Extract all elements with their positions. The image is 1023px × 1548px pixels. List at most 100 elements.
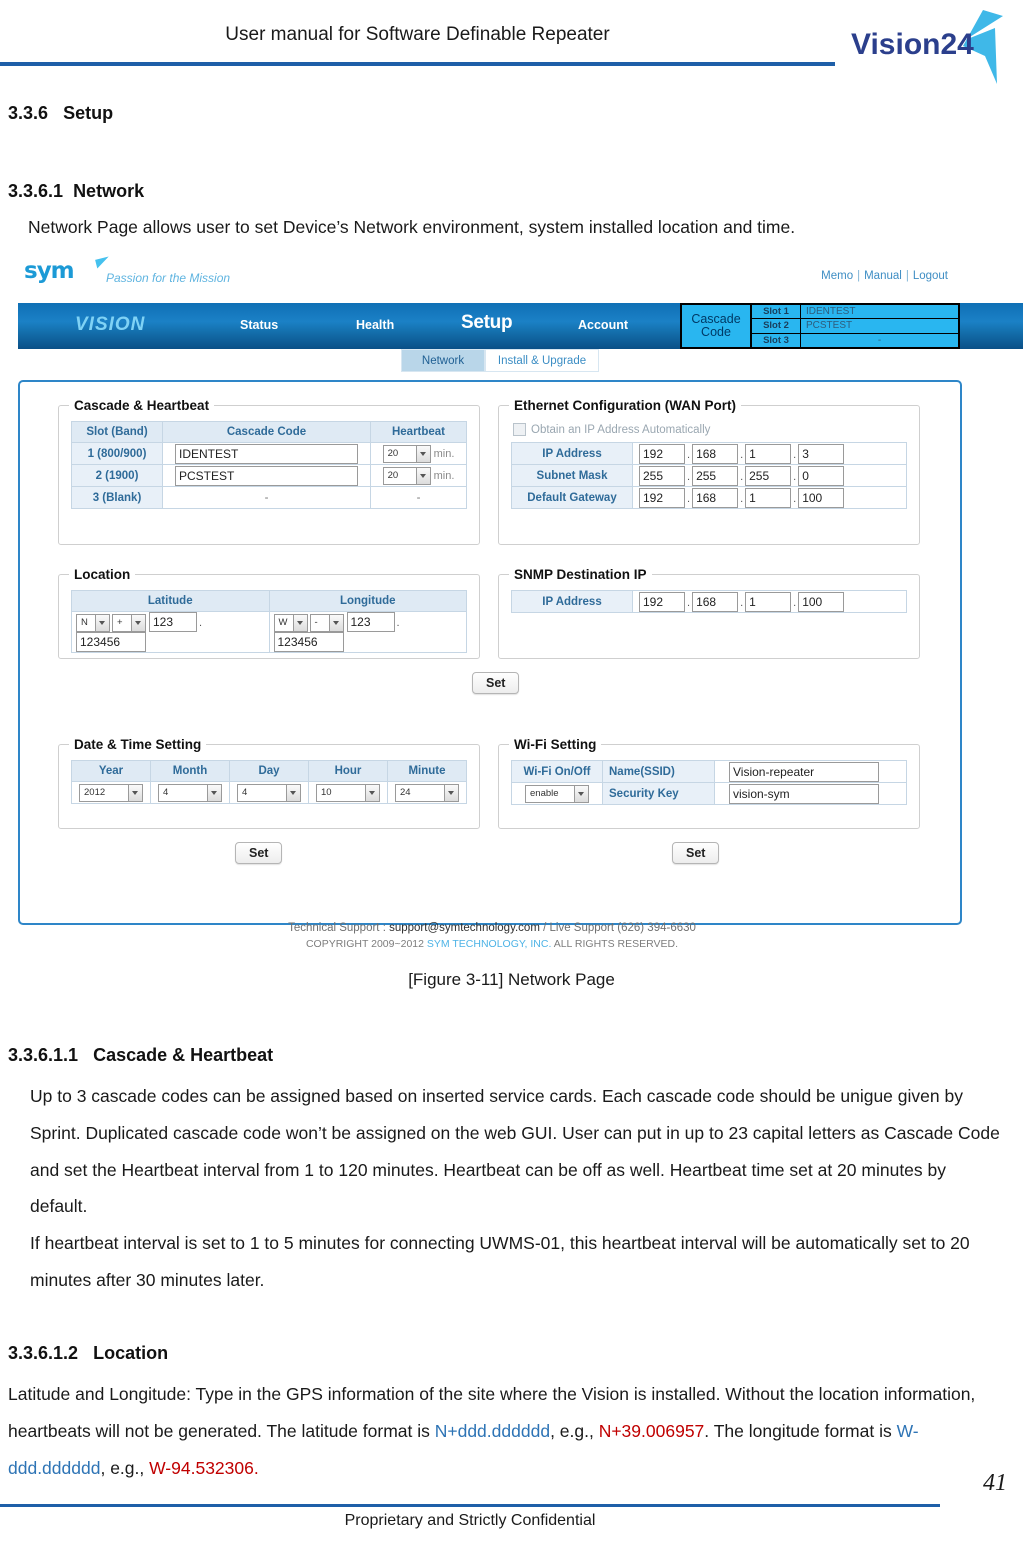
section-heading-3-3-6: 3.3.6 Setup	[8, 103, 113, 124]
octet-separator: .	[740, 596, 744, 609]
svg-text:Vision24: Vision24	[851, 28, 974, 61]
nav-item-setup[interactable]: Setup	[461, 312, 513, 334]
wifi-ssid-label: Name(SSID)	[602, 760, 715, 783]
set-button-datetime[interactable]: Set	[235, 842, 283, 864]
cascade-code-input-slot2[interactable]	[175, 465, 358, 486]
group-legend-snmp: SNMP Destination IP	[514, 567, 647, 582]
table-header-row: Slot (Band) Cascade Code Heartbeat	[71, 421, 467, 443]
longitude-hemisphere-select[interactable]: W	[273, 613, 308, 632]
tab-network[interactable]: Network	[401, 349, 485, 372]
heartbeat-select-slot1[interactable]: 20	[382, 444, 431, 463]
set-button-network[interactable]: Set	[472, 672, 520, 694]
ip-address-octet-1[interactable]	[639, 443, 685, 464]
day-select[interactable]: 4	[237, 783, 301, 802]
hour-select[interactable]: 10	[316, 783, 380, 802]
subnet-mask-octet-4[interactable]	[798, 465, 845, 486]
nav-item-account[interactable]: Account	[578, 318, 628, 332]
cascade-slot-label: Slot 2	[752, 319, 801, 333]
wifi-security-key-input[interactable]	[729, 783, 879, 804]
support-prefix: Technical Support :	[288, 922, 390, 934]
octet-separator: .	[687, 596, 691, 609]
main-navbar: VISION Status Health Setup Account Casca…	[18, 303, 1023, 349]
wifi-table: Wi-Fi On/Off Name(SSID) enable	[511, 760, 907, 805]
subnet-mask-octet-1[interactable]	[639, 465, 685, 486]
cascade-code-rows: Slot 1 IDENTEST Slot 2 PCSTEST Slot 3 -	[752, 305, 958, 347]
checkbox-icon[interactable]	[513, 423, 526, 436]
default-gateway-octet-3[interactable]	[745, 487, 792, 508]
memo-link[interactable]: Memo	[821, 270, 853, 282]
latitude-hemisphere-select[interactable]: N	[76, 613, 110, 632]
longitude-sign-value: -	[314, 617, 318, 629]
snmp-ip-octet-4[interactable]	[798, 591, 845, 612]
latitude-degrees-input[interactable]	[149, 612, 197, 632]
group-ethernet-configuration: Ethernet Configuration (WAN Port) Obtain…	[498, 398, 920, 545]
obtain-ip-automatically-row[interactable]: Obtain an IP Address Automatically	[513, 423, 907, 436]
row-label-snmp-ip: IP Address	[511, 590, 633, 613]
group-legend-location: Location	[74, 567, 131, 582]
longitude-degrees-input[interactable]	[346, 612, 395, 632]
row-label-slot2: 2 (1900)	[71, 464, 163, 487]
ip-address-octet-3[interactable]	[745, 443, 792, 464]
default-gateway-octet-2[interactable]	[692, 487, 739, 508]
cascade-code-input-slot1[interactable]	[175, 443, 358, 464]
sym-arrow-icon	[95, 256, 111, 269]
cascade-code-row: Slot 2 PCSTEST	[752, 319, 958, 334]
year-select[interactable]: 2012	[79, 783, 143, 802]
snmp-table: IP Address ...	[511, 590, 907, 613]
cell-hour: 10	[308, 781, 388, 804]
subnet-mask-octet-2[interactable]	[692, 465, 739, 486]
minute-select[interactable]: 24	[395, 783, 459, 802]
longitude-decimals-input[interactable]	[273, 632, 344, 652]
wifi-onoff-select[interactable]: enable	[525, 784, 589, 803]
chevron-down-icon	[415, 467, 430, 484]
cell-day: 4	[229, 781, 309, 804]
ip-address-octet-2[interactable]	[692, 443, 739, 464]
cascade-code-row: Slot 1 IDENTEST	[752, 305, 958, 320]
octet-separator: .	[793, 448, 797, 461]
latitude-format: N+ddd.dddddd	[434, 1420, 551, 1441]
latitude-sign-select[interactable]: +	[112, 613, 146, 632]
cell-cascade-code-2	[162, 464, 371, 487]
table-row: 3 (Blank) - -	[71, 486, 467, 509]
longitude-hemisphere-value: W	[278, 617, 288, 629]
datetime-table: Year Month Day Hour Minute 2012 4 4 10 2…	[71, 760, 467, 804]
month-select[interactable]: 4	[158, 783, 222, 802]
cascade-heartbeat-paragraph-1: Up to 3 cascade codes can be assigned ba…	[30, 1086, 1000, 1217]
ip-address-octet-4[interactable]	[798, 443, 845, 464]
chevron-down-icon	[128, 784, 142, 801]
wifi-ssid-input[interactable]	[729, 761, 879, 782]
copyright-prefix: COPYRIGHT 2009~2012	[305, 937, 427, 950]
row-label-ip-address: IP Address	[511, 442, 633, 465]
default-gateway-octet-4[interactable]	[798, 487, 845, 508]
row-label-slot3: 3 (Blank)	[71, 486, 163, 509]
tab-install-upgrade[interactable]: Install & Upgrade	[485, 349, 599, 372]
manual-link[interactable]: Manual	[864, 270, 902, 282]
cascade-slot-label: Slot 1	[752, 305, 801, 319]
set-button-wifi[interactable]: Set	[672, 842, 720, 864]
logout-link[interactable]: Logout	[913, 270, 948, 282]
cell-cascade-code-1	[162, 442, 371, 465]
snmp-ip-octet-3[interactable]	[745, 591, 792, 612]
cell-year: 2012	[71, 781, 151, 804]
nav-item-status[interactable]: Status	[240, 318, 278, 332]
cell-month: 4	[150, 781, 230, 804]
link-separator: |	[857, 270, 861, 282]
location-paragraph-part-3: . The longitude format is	[704, 1420, 897, 1441]
subnet-mask-octet-3[interactable]	[745, 465, 792, 486]
snmp-ip-octet-1[interactable]	[639, 591, 685, 612]
default-gateway-octet-1[interactable]	[639, 487, 685, 508]
snmp-ip-octet-2[interactable]	[692, 591, 739, 612]
nav-item-health[interactable]: Health	[356, 318, 394, 332]
copyright-suffix: ALL RIGHTS RESERVED.	[551, 937, 679, 950]
group-legend-wifi: Wi-Fi Setting	[514, 737, 597, 752]
support-line: Technical Support : support@symtechnolog…	[18, 921, 966, 937]
cell-heartbeat-2: 20 min.	[370, 464, 467, 487]
header-divider	[0, 62, 835, 66]
longitude-sign-select[interactable]: -	[309, 613, 344, 632]
latitude-decimals-input[interactable]	[76, 632, 146, 652]
support-email[interactable]: support@symtechnology.com	[389, 922, 540, 934]
cell-cascade-code-3: -	[162, 486, 371, 509]
heartbeat-select-slot2[interactable]: 20	[382, 466, 431, 485]
location-table: Latitude Longitude N + .	[71, 590, 467, 653]
location-paragraph-part-4: , e.g.,	[100, 1457, 150, 1478]
